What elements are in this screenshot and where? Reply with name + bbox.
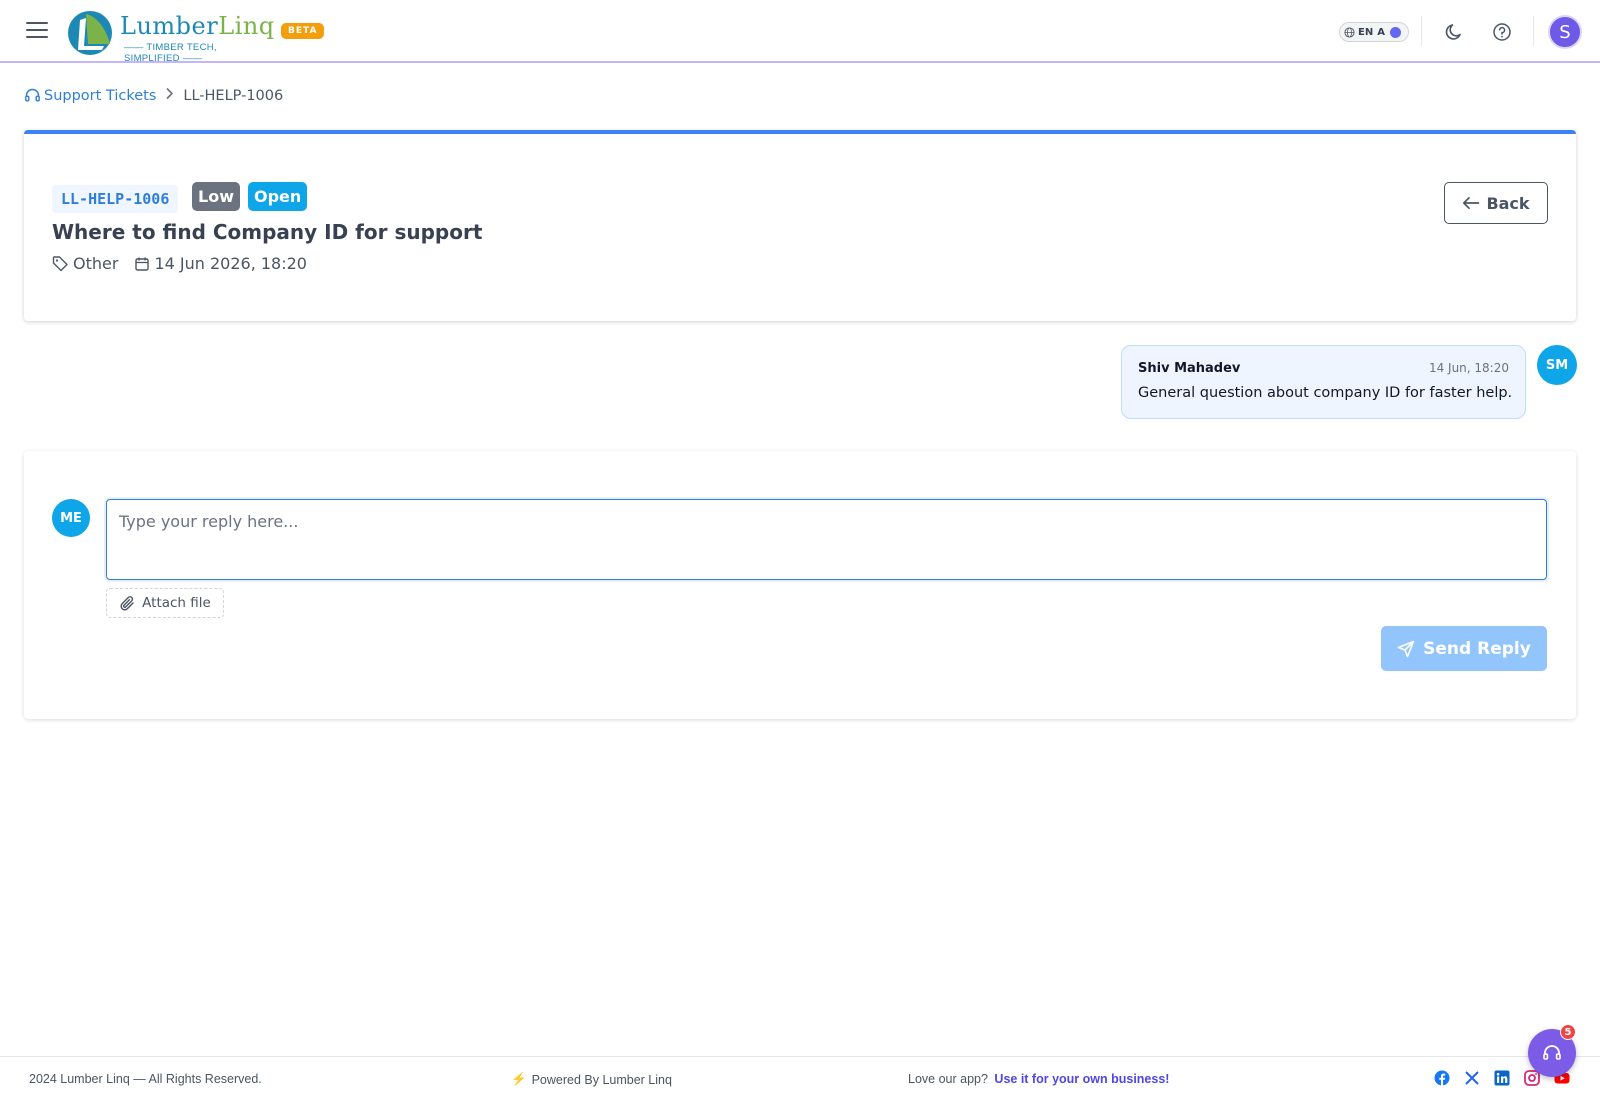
tag-icon xyxy=(52,256,68,272)
toggle-knob xyxy=(1389,26,1401,38)
chevron-right-icon xyxy=(165,87,174,104)
footer: 2024 Lumber Linq — All Rights Reserved. … xyxy=(0,1056,1600,1100)
promo-text: Love our app? xyxy=(908,1072,988,1086)
help-icon[interactable] xyxy=(1491,21,1513,43)
menu-icon[interactable] xyxy=(26,22,48,40)
language-toggle[interactable]: EN A xyxy=(1339,22,1409,42)
notification-count-badge: 5 xyxy=(1560,1024,1576,1040)
footer-copyright: 2024 Lumber Linq — All Rights Reserved. xyxy=(29,1072,262,1086)
message-bubble: Shiv Mahadev 14 Jun, 18:20 General quest… xyxy=(1121,345,1526,419)
powered-by-label: Powered By Lumber Linq xyxy=(531,1072,672,1087)
back-button-label: Back xyxy=(1486,193,1530,213)
language-script: A xyxy=(1377,26,1385,38)
arrow-left-icon xyxy=(1463,196,1480,210)
logo-tagline: —— TIMBER TECH, SIMPLIFIED —— xyxy=(124,42,217,64)
send-icon xyxy=(1397,640,1415,657)
ticket-meta: Other 14 Jun 2026, 18:20 xyxy=(52,254,323,273)
attach-file-button[interactable]: Attach file xyxy=(106,588,224,618)
promo-link[interactable]: Use it for your own business! xyxy=(994,1072,1169,1086)
status-badge: Open xyxy=(248,182,308,211)
send-reply-label: Send Reply xyxy=(1423,638,1531,659)
footer-powered-by: ⚡ Powered By Lumber Linq xyxy=(511,1072,672,1087)
message-author-avatar: SM xyxy=(1537,345,1577,385)
logo-wordmark: LumberLinq xyxy=(120,12,275,40)
reply-card: ME Attach file Send Reply xyxy=(24,451,1576,719)
breadcrumb-parent-label: Support Tickets xyxy=(44,87,157,104)
headset-icon xyxy=(1543,1045,1561,1060)
message-text: General question about company ID for fa… xyxy=(1138,385,1513,401)
calendar-icon xyxy=(135,257,150,271)
send-reply-button[interactable]: Send Reply xyxy=(1381,626,1547,671)
back-button[interactable]: Back xyxy=(1444,182,1548,224)
message-author: Shiv Mahadev xyxy=(1138,361,1241,376)
priority-badge: Low xyxy=(192,182,240,211)
ticket-category-label: Other xyxy=(73,254,119,273)
ticket-created-label: 14 Jun 2026, 18:20 xyxy=(154,254,307,273)
ticket-title: Where to find Company ID for support xyxy=(52,220,483,244)
divider xyxy=(1533,16,1534,46)
headset-icon xyxy=(25,88,40,102)
reply-avatar: ME xyxy=(52,499,90,537)
logo-mark-icon xyxy=(68,11,112,55)
footer-promo: Love our app? Use it for your own busine… xyxy=(908,1072,1169,1086)
ticket-created: 14 Jun 2026, 18:20 xyxy=(134,254,307,273)
beta-badge: BETA xyxy=(281,23,325,39)
paperclip-icon xyxy=(120,595,134,610)
x-icon[interactable] xyxy=(1464,1070,1480,1086)
reply-input[interactable] xyxy=(106,499,1547,580)
attach-file-label: Attach file xyxy=(142,595,211,611)
ticket-header-card: LL-HELP-1006 Low Open Where to find Comp… xyxy=(24,130,1576,321)
facebook-icon[interactable] xyxy=(1434,1070,1450,1086)
moon-icon[interactable] xyxy=(1443,21,1465,43)
message-timestamp: 14 Jun, 18:20 xyxy=(1428,361,1509,375)
app-logo[interactable]: LumberLinq —— TIMBER TECH, SIMPLIFIED —— xyxy=(66,6,274,64)
breadcrumb-current: LL-HELP-1006 xyxy=(183,87,284,104)
ticket-id: LL-HELP-1006 xyxy=(52,185,179,213)
breadcrumb-support-tickets[interactable]: Support Tickets xyxy=(24,87,156,104)
breadcrumb: Support Tickets LL-HELP-1006 xyxy=(24,87,283,104)
linkedin-icon[interactable] xyxy=(1494,1070,1510,1086)
user-avatar[interactable]: S xyxy=(1548,15,1582,49)
divider xyxy=(1421,16,1422,46)
language-code: EN xyxy=(1358,26,1374,38)
globe-icon xyxy=(1344,26,1355,38)
lightning-icon: ⚡ xyxy=(511,1072,527,1086)
ticket-category: Other xyxy=(52,254,118,273)
top-navbar: LumberLinq —— TIMBER TECH, SIMPLIFIED ——… xyxy=(0,0,1600,64)
